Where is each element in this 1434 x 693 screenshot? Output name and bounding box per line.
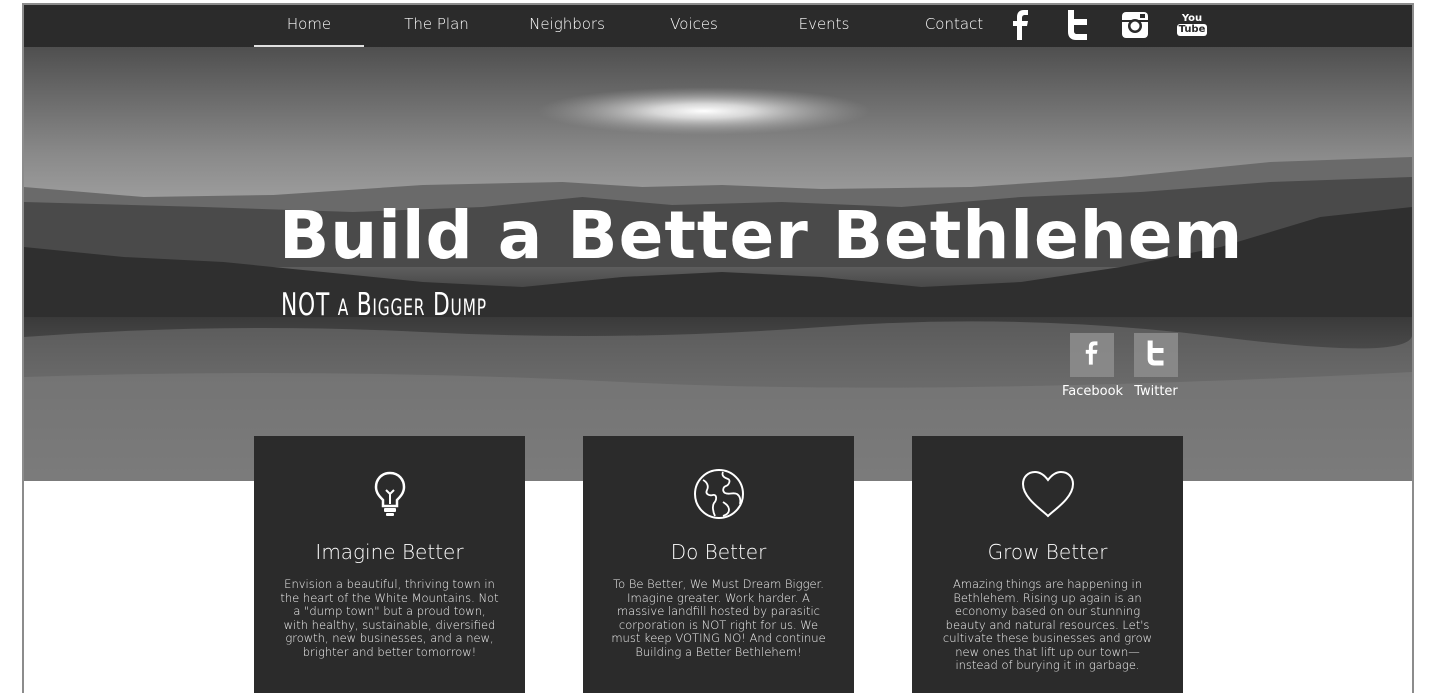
youtube-icon[interactable]: You Tube: [1176, 9, 1208, 41]
nav-neighbors[interactable]: Neighbors: [517, 5, 617, 47]
instagram-icon[interactable]: [1119, 9, 1151, 41]
page-frame: Home The Plan Neighbors Voices Events Co…: [22, 3, 1414, 693]
card-text: Amazing things are happening in Bethlehe…: [942, 577, 1153, 672]
card-title: Do Better: [670, 540, 767, 564]
heart-icon: [912, 466, 1183, 522]
nav-events[interactable]: Events: [784, 5, 864, 47]
card-title: Imagine Better: [315, 540, 464, 564]
nav-home[interactable]: Home: [254, 5, 364, 47]
card-grow-better: Grow Better Amazing things are happening…: [912, 436, 1183, 693]
card-text: Envision a beautiful, thriving town in t…: [280, 577, 499, 659]
twitter-icon: [1146, 340, 1166, 371]
facebook-icon: [1085, 340, 1099, 371]
card-imagine-better: Imagine Better Envision a beautiful, thr…: [254, 436, 525, 693]
share-facebook-button[interactable]: [1070, 333, 1114, 377]
globe-icon: [583, 466, 854, 522]
hero-subtitle: NOT a Bigger Dump: [281, 287, 487, 323]
share-facebook-label[interactable]: Facebook: [1062, 384, 1123, 399]
facebook-icon[interactable]: [1005, 9, 1037, 41]
nav-contact[interactable]: Contact: [914, 5, 994, 47]
top-nav: Home The Plan Neighbors Voices Events Co…: [24, 5, 1412, 47]
youtube-text-top: You: [1181, 13, 1203, 24]
hero-title: Build a Better Bethlehem: [279, 197, 1244, 274]
youtube-text-bottom: Tube: [1176, 24, 1208, 36]
card-text: To Be Better, We Must Dream Bigger. Imag…: [611, 577, 826, 659]
hero-banner: Build a Better Bethlehem NOT a Bigger Du…: [24, 47, 1412, 481]
twitter-icon[interactable]: [1062, 9, 1094, 41]
nav-voices[interactable]: Voices: [654, 5, 734, 47]
card-do-better: Do Better To Be Better, We Must Dream Bi…: [583, 436, 854, 693]
nav-the-plan[interactable]: The Plan: [389, 5, 484, 47]
lightbulb-icon: [254, 466, 525, 522]
share-twitter-label[interactable]: Twitter: [1126, 384, 1186, 399]
card-title: Grow Better: [987, 540, 1108, 564]
share-twitter-button[interactable]: [1134, 333, 1178, 377]
